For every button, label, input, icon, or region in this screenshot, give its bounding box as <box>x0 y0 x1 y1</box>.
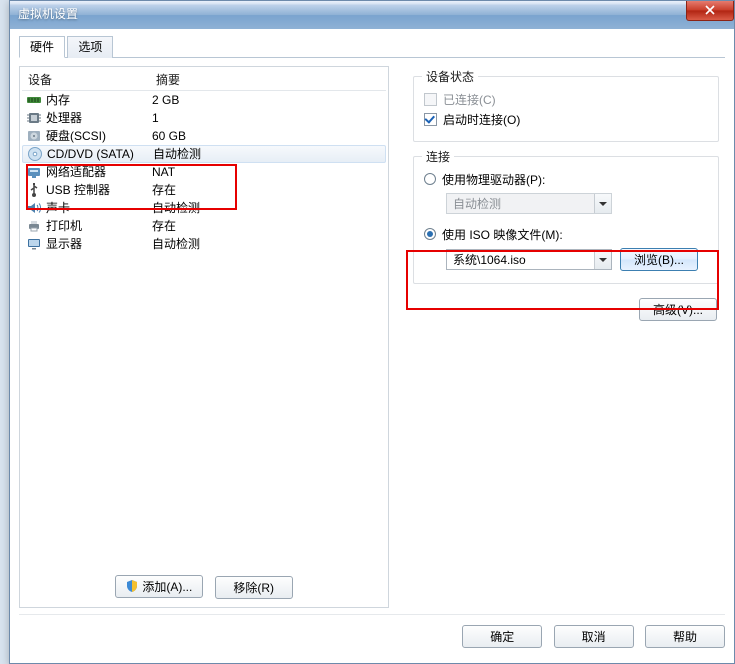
cd-icon <box>27 146 43 162</box>
close-button[interactable] <box>686 1 734 21</box>
device-name: 内存 <box>46 91 70 109</box>
tabstrip: 硬件 选项 <box>19 36 725 58</box>
cancel-button[interactable]: 取消 <box>554 625 634 648</box>
remove-button[interactable]: 移除(R) <box>215 576 293 599</box>
help-button[interactable]: 帮助 <box>645 625 725 648</box>
window-title: 虚拟机设置 <box>18 7 78 21</box>
hardware-row[interactable]: 显示器 自动检测 <box>22 235 386 253</box>
hardware-panel: 设备 摘要 内存2 GB处理器1硬盘(SCSI)60 GBCD/DVD (SAT… <box>19 66 389 608</box>
chevron-down-icon[interactable] <box>594 250 611 269</box>
cancel-label: 取消 <box>582 628 606 645</box>
device-settings-panel: 设备状态 已连接(C) 启动时连接(O) 连接 使用物理驱动器(P): <box>389 66 725 608</box>
connect-on-start-row[interactable]: 启动时连接(O) <box>424 109 708 129</box>
hardware-row[interactable]: 内存 2 GB <box>22 91 386 109</box>
device-summary: 60 GB <box>150 127 386 145</box>
device-summary: 自动检测 <box>150 199 386 217</box>
device-name: 硬盘(SCSI) <box>46 127 106 145</box>
sound-icon <box>26 200 42 216</box>
main: 设备 摘要 内存2 GB处理器1硬盘(SCSI)60 GBCD/DVD (SAT… <box>19 66 725 608</box>
connected-label: 已连接(C) <box>443 91 496 108</box>
tab-options[interactable]: 选项 <box>67 36 113 58</box>
memory-icon <box>26 92 42 108</box>
hardware-header: 设备 摘要 <box>22 69 386 91</box>
hardware-row[interactable]: 网络适配器 NAT <box>22 163 386 181</box>
use-iso-label: 使用 ISO 映像文件(M): <box>442 226 563 243</box>
hardware-row[interactable]: 处理器 1 <box>22 109 386 127</box>
advanced-label: 高级(V)... <box>653 301 703 318</box>
device-name: USB 控制器 <box>46 181 110 199</box>
net-icon <box>26 164 42 180</box>
connection-group: 连接 使用物理驱动器(P): 自动检测 使用 ISO 映像文件(M): <box>413 156 719 284</box>
close-icon <box>705 5 715 15</box>
physical-drive-combo: 自动检测 <box>446 193 612 214</box>
device-name: 显示器 <box>46 235 82 253</box>
hardware-row[interactable]: 硬盘(SCSI) 60 GB <box>22 127 386 145</box>
col-device: 设备 <box>22 69 150 90</box>
dialog-footer: 确定 取消 帮助 <box>19 614 725 654</box>
titlebar[interactable]: 虚拟机设置 <box>10 1 734 29</box>
use-physical-row[interactable]: 使用物理驱动器(P): <box>424 169 708 189</box>
connect-on-start-label: 启动时连接(O) <box>443 111 520 128</box>
browse-button[interactable]: 浏览(B)... <box>620 248 698 271</box>
device-summary: 自动检测 <box>150 235 386 253</box>
client-area: 硬件 选项 设备 摘要 内存2 GB处理器1硬盘(SCSI)60 GBCD/DV… <box>11 30 733 662</box>
hardware-row[interactable]: 打印机 存在 <box>22 217 386 235</box>
connection-legend: 连接 <box>422 148 454 165</box>
device-name: CD/DVD (SATA) <box>47 145 134 163</box>
device-summary: 2 GB <box>150 91 386 109</box>
device-summary: 1 <box>150 109 386 127</box>
usb-icon <box>26 182 42 198</box>
iso-path-combo[interactable]: 系统\1064.iso <box>446 249 612 270</box>
add-label: 添加(A)... <box>142 578 192 595</box>
shield-icon <box>126 580 138 592</box>
chevron-down-icon <box>594 194 611 213</box>
use-physical-label: 使用物理驱动器(P): <box>442 171 545 188</box>
ok-button[interactable]: 确定 <box>462 625 542 648</box>
remove-label: 移除(R) <box>233 579 274 596</box>
device-name: 声卡 <box>46 199 70 217</box>
physical-drive-value: 自动检测 <box>453 195 501 212</box>
connected-checkbox <box>424 93 437 106</box>
display-icon <box>26 236 42 252</box>
hdd-icon <box>26 128 42 144</box>
device-name: 打印机 <box>46 217 82 235</box>
add-button[interactable]: 添加(A)... <box>115 575 203 598</box>
tab-hardware[interactable]: 硬件 <box>19 36 65 58</box>
printer-icon <box>26 218 42 234</box>
use-physical-radio[interactable] <box>424 173 436 185</box>
connected-row[interactable]: 已连接(C) <box>424 89 708 109</box>
device-summary: 存在 <box>150 181 386 199</box>
ok-label: 确定 <box>490 628 514 645</box>
connect-on-start-checkbox[interactable] <box>424 113 437 126</box>
use-iso-row[interactable]: 使用 ISO 映像文件(M): <box>424 224 708 244</box>
device-name: 网络适配器 <box>46 163 106 181</box>
help-label: 帮助 <box>673 628 697 645</box>
hardware-footer: 添加(A)... 移除(R) <box>22 567 386 606</box>
hardware-list[interactable]: 内存 2 GB 处理器 1 硬盘(SCSI) 60 GB CD/DVD (SATA) 自动检测… <box>22 91 386 567</box>
browse-label: 浏览(B)... <box>634 251 684 268</box>
hardware-row[interactable]: USB 控制器 存在 <box>22 181 386 199</box>
advanced-button[interactable]: 高级(V)... <box>639 298 717 321</box>
device-status-legend: 设备状态 <box>422 68 478 85</box>
cpu-icon <box>26 110 42 126</box>
hardware-row[interactable]: 声卡 自动检测 <box>22 199 386 217</box>
device-name: 处理器 <box>46 109 82 127</box>
device-summary: 自动检测 <box>151 145 385 163</box>
col-summary: 摘要 <box>150 69 386 90</box>
iso-path-value: 系统\1064.iso <box>453 251 526 268</box>
use-iso-radio[interactable] <box>424 228 436 240</box>
hardware-row[interactable]: CD/DVD (SATA) 自动检测 <box>22 145 386 163</box>
vm-settings-window: 虚拟机设置 硬件 选项 设备 摘要 内存 2 GB 处理器 1 硬盘(SCSI) 60 G… <box>9 0 735 664</box>
device-status-group: 设备状态 已连接(C) 启动时连接(O) <box>413 76 719 142</box>
device-summary: 存在 <box>150 217 386 235</box>
device-summary: NAT <box>150 163 386 181</box>
